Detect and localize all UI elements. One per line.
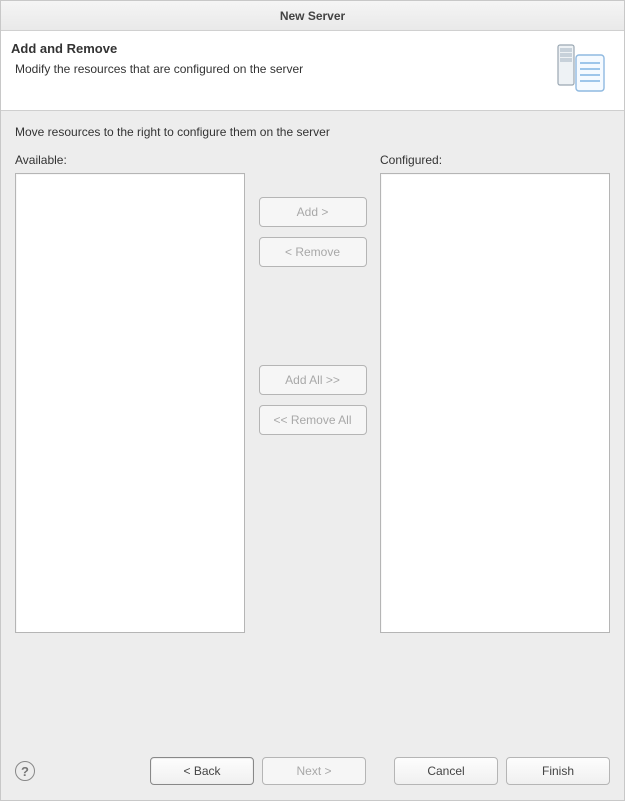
wizard-content: Move resources to the right to configure…: [1, 111, 624, 633]
wizard-header: Add and Remove Modify the resources that…: [1, 31, 624, 111]
window-titlebar: New Server: [1, 1, 624, 31]
transfer-panel: Available: Add > < Remove Add All >> << …: [15, 153, 610, 633]
add-button[interactable]: Add >: [259, 197, 367, 227]
available-listbox[interactable]: [15, 173, 245, 633]
instruction-text: Move resources to the right to configure…: [15, 125, 610, 139]
add-all-button[interactable]: Add All >>: [259, 365, 367, 395]
bulk-transfer-group: Add All >> << Remove All: [259, 365, 367, 435]
remove-button[interactable]: < Remove: [259, 237, 367, 267]
configured-column: Configured:: [380, 153, 610, 633]
cancel-button[interactable]: Cancel: [394, 757, 498, 785]
available-label: Available:: [15, 153, 245, 167]
page-description: Modify the resources that are configured…: [15, 62, 610, 76]
new-server-dialog: New Server Add and Remove Modify the res…: [0, 0, 625, 801]
wizard-footer: ? < Back Next > Cancel Finish: [1, 742, 624, 800]
back-button[interactable]: < Back: [150, 757, 254, 785]
single-transfer-group: Add > < Remove: [259, 197, 367, 267]
window-title: New Server: [280, 9, 345, 23]
remove-all-button[interactable]: << Remove All: [259, 405, 367, 435]
server-config-icon: [550, 37, 614, 101]
configured-label: Configured:: [380, 153, 610, 167]
finish-button[interactable]: Finish: [506, 757, 610, 785]
help-icon[interactable]: ?: [15, 761, 35, 781]
transfer-buttons-column: Add > < Remove Add All >> << Remove All: [257, 153, 368, 435]
available-column: Available:: [15, 153, 245, 633]
next-button[interactable]: Next >: [262, 757, 366, 785]
configured-listbox[interactable]: [380, 173, 610, 633]
page-title: Add and Remove: [11, 41, 610, 56]
